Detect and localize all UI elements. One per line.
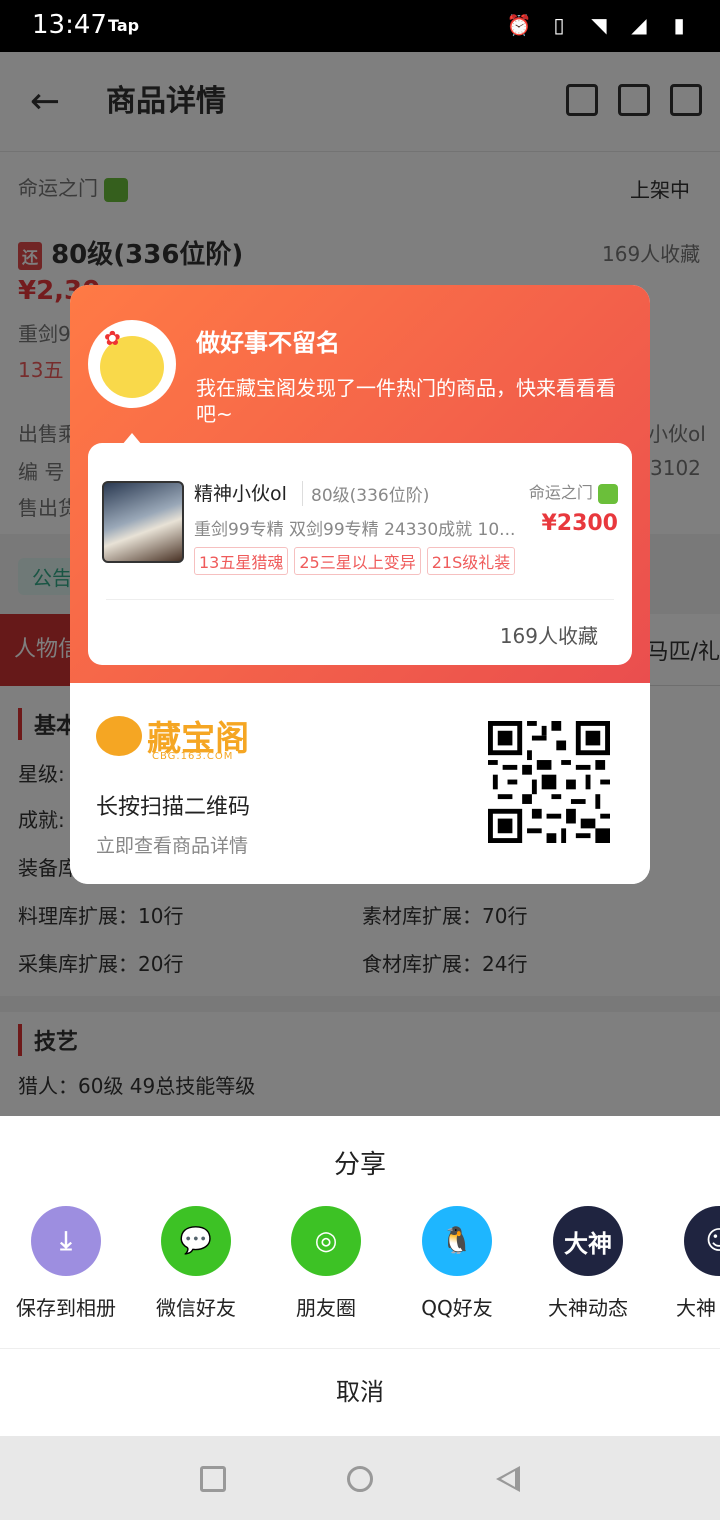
signal-icon: ◢ <box>631 13 647 37</box>
product-tags: 13五星猎魂 25三星以上变异 21S级礼装 <box>194 547 516 575</box>
divider <box>106 599 614 600</box>
share-card-header: ✿ 做好事不留名 我在藏宝阁发现了一件热门的商品，快来看看看吧~ 精神小伙ol … <box>70 285 650 683</box>
wechat-icon: 💬 <box>161 1206 231 1276</box>
share-label: 微信好友 <box>156 1296 236 1320</box>
share-message: 我在藏宝阁发现了一件热门的商品，快来看看看吧~ <box>196 376 616 426</box>
status-time: 13:47 <box>32 10 107 40</box>
product-price: ¥2300 <box>541 511 618 536</box>
share-wechat[interactable]: 💬 微信好友 <box>130 1206 262 1321</box>
product-game-name: 命运之门 <box>528 483 593 502</box>
product-name: 精神小伙ol <box>194 483 287 505</box>
share-dashen-friend[interactable]: ☺ 大神 <box>652 1206 720 1321</box>
product-tag: 21S级礼装 <box>426 547 516 575</box>
share-label: 保存到相册 <box>16 1296 116 1320</box>
mascot-avatar: ✿ <box>88 320 176 408</box>
dashen-icon: 大神 <box>553 1206 623 1276</box>
share-label: 大神 <box>676 1296 716 1320</box>
product-preview: 精神小伙ol 80级(336位阶) 命运之门 重剑99专精 双剑99专精 243… <box>88 443 632 665</box>
vibrate-icon: ▯ <box>553 13 565 37</box>
product-tag: 13五星猎魂 <box>194 547 289 575</box>
share-moments[interactable]: ◎ 朋友圈 <box>260 1206 392 1321</box>
status-bar: 13:47 Tap ⏰ ▯ ◥ ◢ ▮ <box>0 0 720 52</box>
product-tag: 25三星以上变异 <box>294 547 421 575</box>
share-dashen-feed[interactable]: 大神 大神动态 <box>522 1206 654 1321</box>
scan-subtitle: 立即查看商品详情 <box>96 835 249 857</box>
share-label: QQ好友 <box>421 1296 493 1320</box>
cancel-button[interactable]: 取消 <box>0 1348 720 1436</box>
share-card-footer: 藏宝阁 CBG.163.COM 长按扫描二维码 立即查看商品详情 <box>70 683 650 884</box>
alarm-icon: ⏰ <box>506 13 532 37</box>
android-icon <box>598 483 618 504</box>
battery-icon: ▮ <box>673 13 685 37</box>
download-icon: ⤓ <box>31 1206 101 1276</box>
logo-url: CBG.163.COM <box>152 751 234 762</box>
bow-icon: ✿ <box>104 326 121 350</box>
back-icon[interactable] <box>496 1466 520 1492</box>
dashen-friend-icon: ☺ <box>684 1206 720 1276</box>
product-thumbnail <box>102 481 184 563</box>
qr-code[interactable] <box>488 721 610 843</box>
system-nav-bar <box>0 1436 720 1520</box>
share-heading: 做好事不留名 <box>196 329 340 357</box>
treasure-bag-icon <box>96 715 142 756</box>
share-save-album[interactable]: ⤓ 保存到相册 <box>0 1206 132 1321</box>
share-targets: ⤓ 保存到相册 💬 微信好友 ◎ 朋友圈 🐧 QQ好友 大神 大神动态 ☺ 大神 <box>0 1206 720 1346</box>
share-sheet: 分享 ⤓ 保存到相册 💬 微信好友 ◎ 朋友圈 🐧 QQ好友 大神 大神动态 ☺… <box>0 1116 720 1436</box>
product-game: 命运之门 <box>529 479 618 504</box>
product-fav-count: 169人收藏 <box>499 624 598 648</box>
home-icon[interactable] <box>347 1466 373 1492</box>
moments-icon: ◎ <box>291 1206 361 1276</box>
share-card: ✿ 做好事不留名 我在藏宝阁发现了一件热门的商品，快来看看看吧~ 精神小伙ol … <box>70 285 650 884</box>
qq-icon: 🐧 <box>422 1206 492 1276</box>
scan-title: 长按扫描二维码 <box>96 795 251 820</box>
recents-icon[interactable] <box>200 1466 226 1492</box>
product-level: 80级(336位阶) <box>302 481 429 506</box>
share-sheet-title: 分享 <box>333 1150 386 1180</box>
share-label: 朋友圈 <box>296 1296 356 1320</box>
status-tap-indicator: Tap <box>108 16 140 35</box>
share-label: 大神动态 <box>548 1296 628 1320</box>
share-qq[interactable]: 🐧 QQ好友 <box>391 1206 523 1321</box>
cbg-logo: 藏宝阁 CBG.163.COM <box>96 711 249 762</box>
product-features: 重剑99专精 双剑99专精 24330成就 10... <box>194 520 516 540</box>
wifi-icon: ◥ <box>591 13 607 37</box>
status-icons: ⏰ ▯ ◥ ◢ ▮ <box>506 12 692 38</box>
